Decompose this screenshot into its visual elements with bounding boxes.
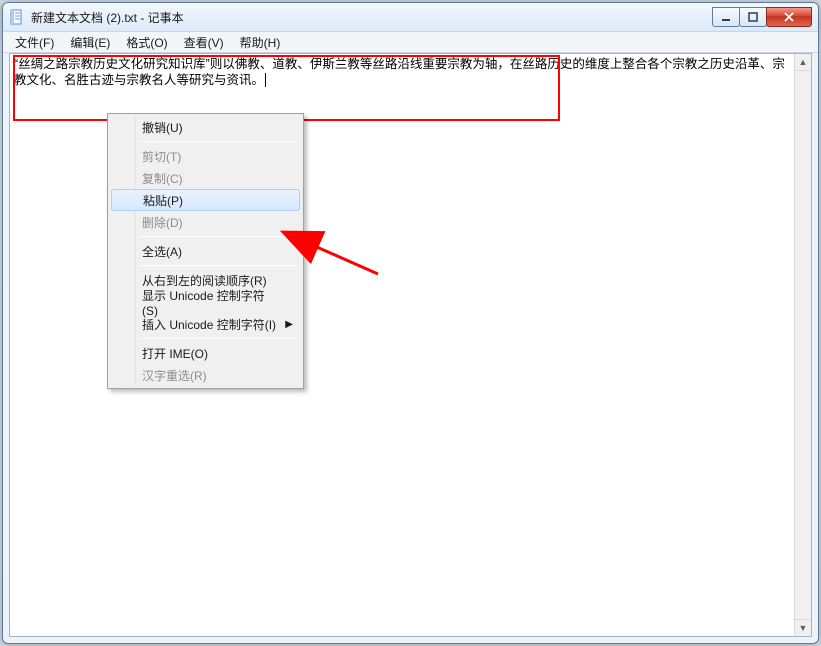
maximize-button[interactable] xyxy=(739,7,767,27)
menu-file[interactable]: 文件(F) xyxy=(7,32,62,53)
minimize-button[interactable] xyxy=(712,7,740,27)
notepad-icon xyxy=(9,9,25,25)
ctx-open-ime-label: 打开 IME(O) xyxy=(142,345,208,362)
ctx-undo-label: 撤销(U) xyxy=(142,119,183,136)
ctx-delete: 删除(D) xyxy=(110,211,301,233)
scroll-up-button[interactable]: ▲ xyxy=(795,54,811,71)
close-icon xyxy=(783,12,795,22)
ctx-insert-unicode-label: 插入 Unicode 控制字符(I) xyxy=(142,316,276,333)
ctx-cut: 剪切(T) xyxy=(110,145,301,167)
titlebar[interactable]: 新建文本文档 (2).txt - 记事本 xyxy=(3,3,818,31)
close-button[interactable] xyxy=(766,7,812,27)
maximize-icon xyxy=(748,12,758,22)
menu-view[interactable]: 查看(V) xyxy=(176,32,232,53)
ctx-cut-label: 剪切(T) xyxy=(142,148,181,165)
ctx-reconvert-label: 汉字重选(R) xyxy=(142,367,207,384)
ctx-undo[interactable]: 撤销(U) xyxy=(110,116,301,138)
menu-format[interactable]: 格式(O) xyxy=(118,32,175,53)
window-buttons xyxy=(712,8,812,27)
text-caret xyxy=(265,73,266,87)
menu-help[interactable]: 帮助(H) xyxy=(232,32,289,53)
ctx-open-ime[interactable]: 打开 IME(O) xyxy=(110,342,301,364)
ctx-copy: 复制(C) xyxy=(110,167,301,189)
ctx-select-all-label: 全选(A) xyxy=(142,243,182,260)
window-title: 新建文本文档 (2).txt - 记事本 xyxy=(31,9,184,26)
chevron-down-icon: ▼ xyxy=(799,623,808,633)
ctx-delete-label: 删除(D) xyxy=(142,214,183,231)
menu-edit[interactable]: 编辑(E) xyxy=(62,32,118,53)
ctx-select-all[interactable]: 全选(A) xyxy=(110,240,301,262)
ctx-insert-unicode[interactable]: 插入 Unicode 控制字符(I) ▶ xyxy=(110,313,301,335)
ctx-reconvert: 汉字重选(R) xyxy=(110,364,301,386)
context-menu-separator xyxy=(140,236,299,237)
chevron-up-icon: ▲ xyxy=(799,57,808,67)
context-menu: 撤销(U) 剪切(T) 复制(C) 粘贴(P) 删除(D) 全选(A) 从右到左… xyxy=(107,113,304,389)
context-menu-separator xyxy=(140,338,299,339)
menubar: 文件(F) 编辑(E) 格式(O) 查看(V) 帮助(H) xyxy=(3,31,818,53)
ctx-paste-label: 粘贴(P) xyxy=(143,192,183,209)
submenu-arrow-icon: ▶ xyxy=(285,319,293,330)
document-text: “丝绸之路宗教历史文化研究知识库”则以佛教、道教、伊斯兰教等丝路沿线重要宗教为轴… xyxy=(14,57,785,87)
ctx-copy-label: 复制(C) xyxy=(142,170,183,187)
minimize-icon xyxy=(721,12,731,22)
context-menu-separator xyxy=(140,141,299,142)
context-menu-separator xyxy=(140,265,299,266)
scroll-down-button[interactable]: ▼ xyxy=(795,619,811,636)
ctx-show-unicode[interactable]: 显示 Unicode 控制字符(S) xyxy=(110,291,301,313)
vertical-scrollbar[interactable]: ▲ ▼ xyxy=(794,54,811,636)
ctx-paste[interactable]: 粘贴(P) xyxy=(111,189,300,211)
